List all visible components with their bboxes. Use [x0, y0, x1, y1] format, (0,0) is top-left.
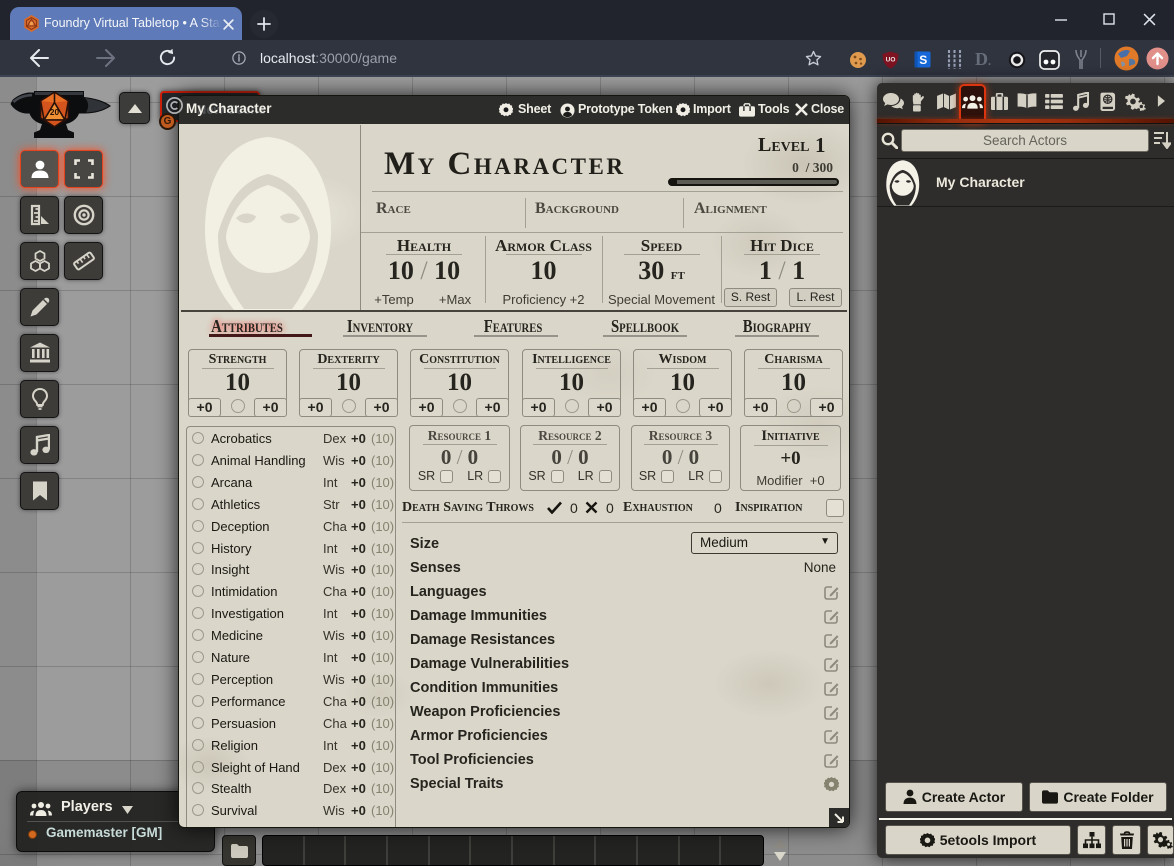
svg-text:20: 20: [50, 108, 60, 117]
svg-text:S: S: [919, 53, 927, 67]
svg-text:UO: UO: [886, 57, 896, 64]
